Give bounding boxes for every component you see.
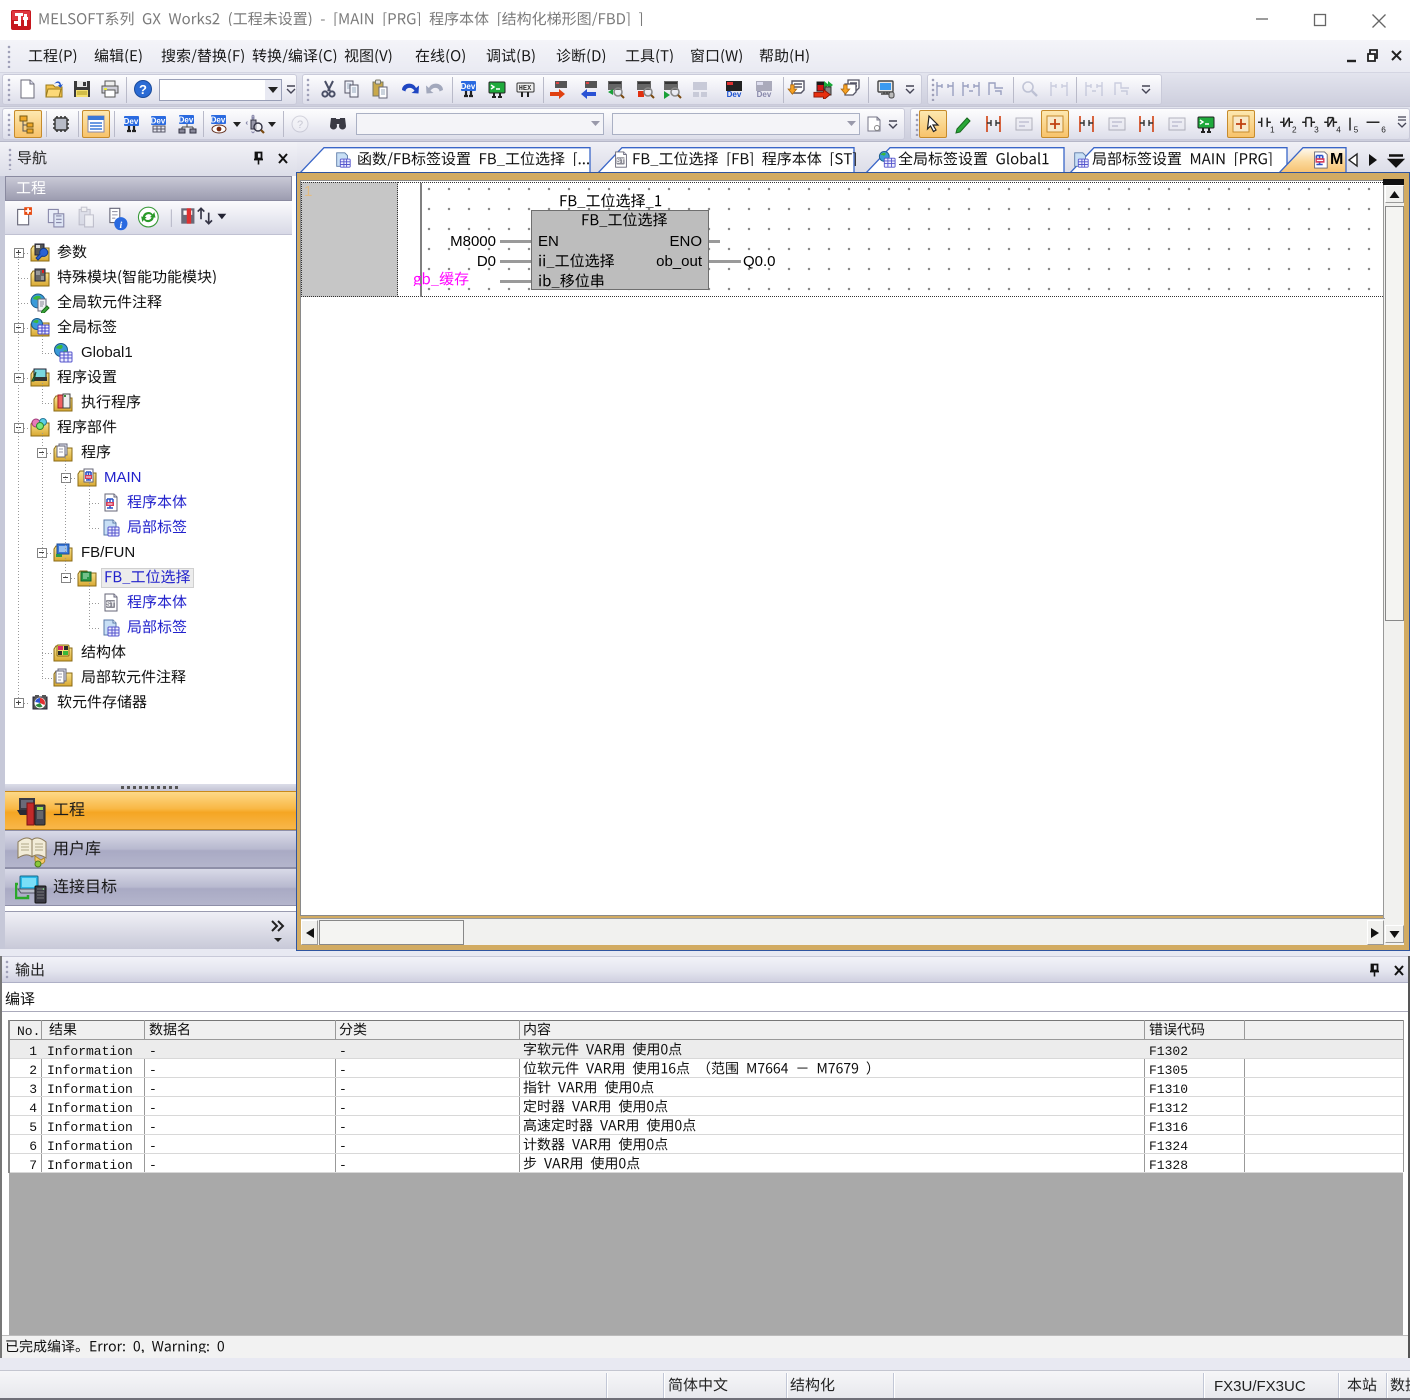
svg-text:ST: ST bbox=[617, 158, 625, 165]
svg-text:4: 4 bbox=[1336, 125, 1341, 134]
svg-text:Dev: Dev bbox=[727, 90, 742, 99]
svg-text:Dev: Dev bbox=[461, 82, 476, 91]
svg-text:ST: ST bbox=[106, 602, 116, 609]
svg-text:?: ? bbox=[297, 119, 303, 131]
svg-text:Dev: Dev bbox=[124, 117, 139, 126]
svg-text:6: 6 bbox=[1381, 125, 1386, 134]
svg-text:?: ? bbox=[139, 82, 147, 97]
svg-text:Dev: Dev bbox=[211, 116, 226, 125]
svg-text:3: 3 bbox=[1314, 125, 1319, 134]
svg-text:Dev: Dev bbox=[151, 117, 166, 126]
svg-text:Dev: Dev bbox=[757, 90, 772, 99]
svg-text:Dev: Dev bbox=[179, 116, 194, 125]
svg-text:5: 5 bbox=[1354, 125, 1359, 134]
svg-text:HEX: HEX bbox=[519, 85, 532, 93]
svg-text:2: 2 bbox=[1292, 125, 1297, 134]
svg-text:1: 1 bbox=[1270, 125, 1275, 134]
